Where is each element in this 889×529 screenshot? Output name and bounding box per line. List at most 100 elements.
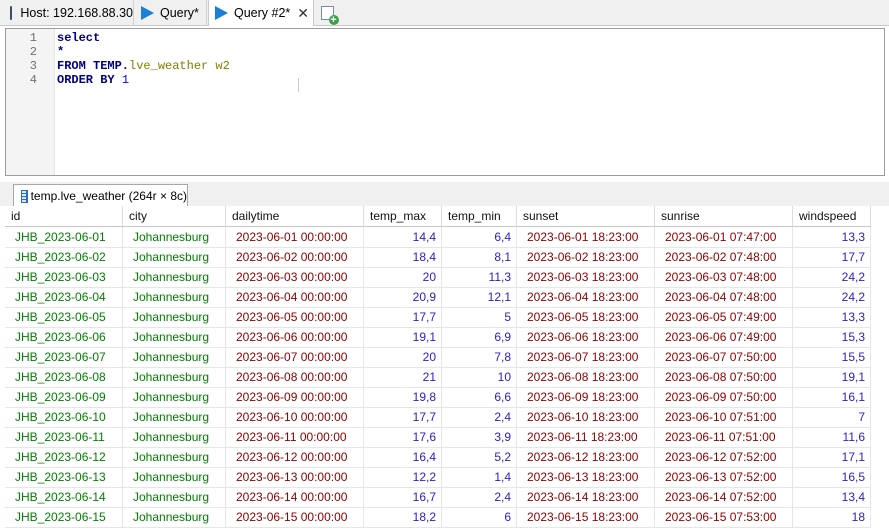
cell-sunrise[interactable]: 2023-06-08 07:50:00 [655,367,793,387]
cell-windspeed[interactable]: 7 [793,407,871,427]
cell-id[interactable]: JHB_2023-06-04 [5,287,123,307]
cell-dailytime[interactable]: 2023-06-03 00:00:00 [226,267,364,287]
cell-dailytime[interactable]: 2023-06-07 00:00:00 [226,347,364,367]
column-header-id[interactable]: id [5,206,123,226]
cell-sunrise[interactable]: 2023-06-15 07:53:00 [655,507,793,527]
table-row[interactable]: JHB_2023-06-13 Johannesburg 2023-06-13 00:… [5,467,889,488]
cell-city[interactable]: Johannesburg [123,287,226,307]
column-header-sunrise[interactable]: sunrise [655,206,793,226]
cell-temp-max[interactable]: 18,2 [364,507,442,527]
sql-editor[interactable]: 1 select 2 * 3 FROM TEMP.lve_weather w2 … [5,28,885,176]
cell-city[interactable]: Johannesburg [123,327,226,347]
cell-sunrise[interactable]: 2023-06-12 07:52:00 [655,447,793,467]
cell-sunset[interactable]: 2023-06-06 18:23:00 [517,327,655,347]
cell-city[interactable]: Johannesburg [123,427,226,447]
cell-temp-max[interactable]: 17,7 [364,307,442,327]
cell-sunrise[interactable]: 2023-06-03 07:48:00 [655,267,793,287]
cell-temp-min[interactable]: 2,4 [442,487,517,507]
cell-id[interactable]: JHB_2023-06-08 [5,367,123,387]
cell-temp-min[interactable]: 11,3 [442,267,517,287]
cell-temp-min[interactable]: 1,4 [442,467,517,487]
cell-sunset[interactable]: 2023-06-14 18:23:00 [517,487,655,507]
cell-dailytime[interactable]: 2023-06-02 00:00:00 [226,247,364,267]
cell-city[interactable]: Johannesburg [123,447,226,467]
tab-query-2[interactable]: Query #2* ✕ [208,0,314,26]
cell-id[interactable]: JHB_2023-06-09 [5,387,123,407]
cell-city[interactable]: Johannesburg [123,347,226,367]
cell-windspeed[interactable]: 15,5 [793,347,871,367]
cell-temp-min[interactable]: 6,9 [442,327,517,347]
table-row[interactable]: JHB_2023-06-01 Johannesburg 2023-06-01 00:… [5,227,889,248]
column-header-dailytime[interactable]: dailytime [226,206,364,226]
cell-dailytime[interactable]: 2023-06-08 00:00:00 [226,367,364,387]
column-header-windspeed[interactable]: windspeed [793,206,871,226]
cell-temp-max[interactable]: 21 [364,367,442,387]
cell-sunrise[interactable]: 2023-06-06 07:49:00 [655,327,793,347]
cell-city[interactable]: Johannesburg [123,407,226,427]
cell-temp-max[interactable]: 16,4 [364,447,442,467]
cell-sunset[interactable]: 2023-06-12 18:23:00 [517,447,655,467]
cell-sunrise[interactable]: 2023-06-11 07:51:00 [655,427,793,447]
table-row[interactable]: JHB_2023-06-02 Johannesburg 2023-06-02 00:… [5,247,889,268]
cell-temp-max[interactable]: 14,4 [364,227,442,247]
column-header-temp-max[interactable]: temp_max [364,206,442,226]
cell-temp-max[interactable]: 19,1 [364,327,442,347]
cell-windspeed[interactable]: 13,4 [793,487,871,507]
cell-dailytime[interactable]: 2023-06-04 00:00:00 [226,287,364,307]
close-icon[interactable]: ✕ [297,6,309,20]
table-row[interactable]: JHB_2023-06-15 Johannesburg 2023-06-15 00:… [5,507,889,528]
cell-temp-min[interactable]: 8,1 [442,247,517,267]
cell-temp-max[interactable]: 20 [364,347,442,367]
cell-city[interactable]: Johannesburg [123,247,226,267]
cell-temp-max[interactable]: 16,7 [364,487,442,507]
cell-windspeed[interactable]: 16,5 [793,467,871,487]
cell-id[interactable]: JHB_2023-06-10 [5,407,123,427]
cell-windspeed[interactable]: 18 [793,507,871,527]
cell-dailytime[interactable]: 2023-06-09 00:00:00 [226,387,364,407]
cell-windspeed[interactable]: 24,2 [793,287,871,307]
cell-sunrise[interactable]: 2023-06-01 07:47:00 [655,227,793,247]
cell-sunset[interactable]: 2023-06-10 18:23:00 [517,407,655,427]
cell-dailytime[interactable]: 2023-06-01 00:00:00 [226,227,364,247]
cell-temp-min[interactable]: 6 [442,507,517,527]
cell-temp-min[interactable]: 6,4 [442,227,517,247]
cell-id[interactable]: JHB_2023-06-03 [5,267,123,287]
cell-windspeed[interactable]: 15,3 [793,327,871,347]
cell-sunset[interactable]: 2023-06-11 18:23:00 [517,427,655,447]
cell-city[interactable]: Johannesburg [123,487,226,507]
cell-id[interactable]: JHB_2023-06-02 [5,247,123,267]
cell-temp-min[interactable]: 7,8 [442,347,517,367]
table-row[interactable]: JHB_2023-06-12 Johannesburg 2023-06-12 00:… [5,447,889,468]
cell-sunrise[interactable]: 2023-06-04 07:48:00 [655,287,793,307]
table-row[interactable]: JHB_2023-06-03 Johannesburg 2023-06-03 00:… [5,267,889,288]
table-row[interactable]: JHB_2023-06-10 Johannesburg 2023-06-10 00:… [5,407,889,428]
table-row[interactable]: JHB_2023-06-14 Johannesburg 2023-06-14 00:… [5,487,889,508]
cell-temp-max[interactable]: 12,2 [364,467,442,487]
result-data-grid[interactable]: id city dailytime temp_max temp_min suns… [0,206,889,529]
cell-temp-max[interactable]: 17,7 [364,407,442,427]
cell-sunset[interactable]: 2023-06-01 18:23:00 [517,227,655,247]
cell-dailytime[interactable]: 2023-06-13 00:00:00 [226,467,364,487]
table-row[interactable]: JHB_2023-06-09 Johannesburg 2023-06-09 00:… [5,387,889,408]
cell-temp-min[interactable]: 12,1 [442,287,517,307]
cell-windspeed[interactable]: 16,1 [793,387,871,407]
cell-city[interactable]: Johannesburg [123,267,226,287]
cell-temp-min[interactable]: 5 [442,307,517,327]
cell-sunrise[interactable]: 2023-06-09 07:50:00 [655,387,793,407]
cell-id[interactable]: JHB_2023-06-06 [5,327,123,347]
cell-city[interactable]: Johannesburg [123,467,226,487]
cell-id[interactable]: JHB_2023-06-11 [5,427,123,447]
column-header-city[interactable]: city [123,206,226,226]
cell-temp-min[interactable]: 5,2 [442,447,517,467]
cell-windspeed[interactable]: 17,7 [793,247,871,267]
tab-host[interactable]: Host: 192.168.88.30 [0,0,134,25]
cell-id[interactable]: JHB_2023-06-12 [5,447,123,467]
table-row[interactable]: JHB_2023-06-06 Johannesburg 2023-06-06 00:… [5,327,889,348]
cell-id[interactable]: JHB_2023-06-01 [5,227,123,247]
cell-temp-min[interactable]: 6,6 [442,387,517,407]
table-row[interactable]: JHB_2023-06-11 Johannesburg 2023-06-11 00:… [5,427,889,448]
cell-dailytime[interactable]: 2023-06-15 00:00:00 [226,507,364,527]
cell-dailytime[interactable]: 2023-06-12 00:00:00 [226,447,364,467]
cell-sunset[interactable]: 2023-06-09 18:23:00 [517,387,655,407]
table-row[interactable]: JHB_2023-06-05 Johannesburg 2023-06-05 00:… [5,307,889,328]
